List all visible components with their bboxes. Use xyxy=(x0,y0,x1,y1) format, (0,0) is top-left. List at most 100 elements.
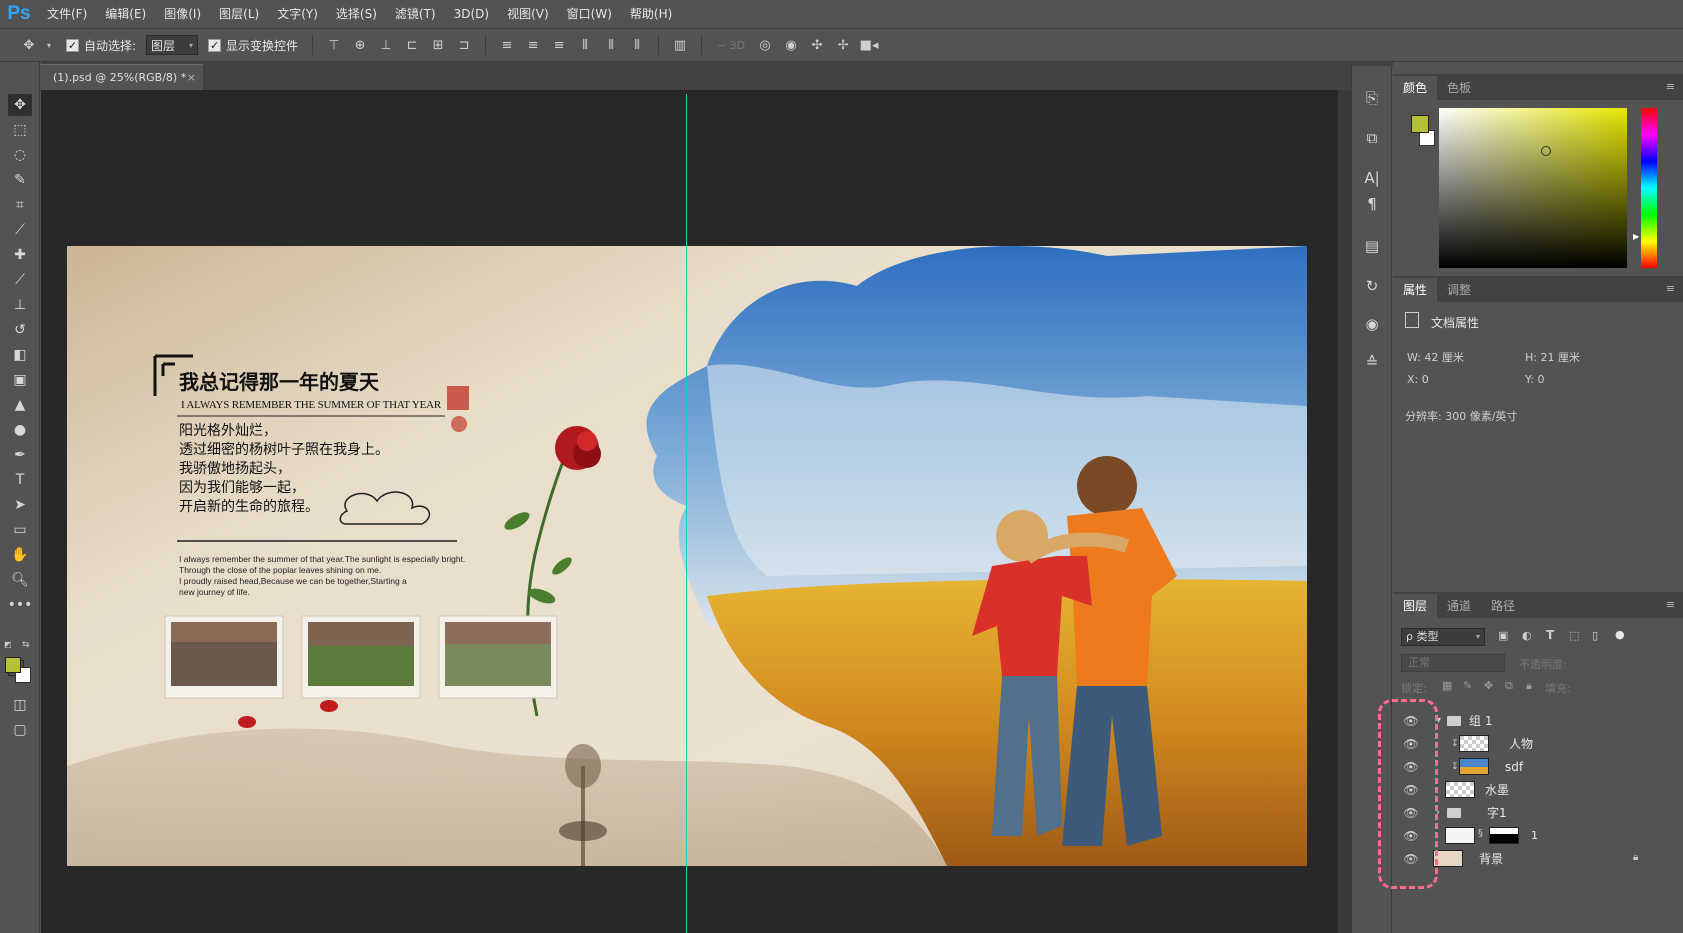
auto-align-icon[interactable]: ▥ xyxy=(669,34,691,56)
tab-layers[interactable]: 图层 xyxy=(1393,594,1438,618)
auto-select-target-select[interactable]: 图层 ▾ xyxy=(146,35,199,55)
path-selection-tool-icon[interactable]: ➤ xyxy=(8,494,32,516)
slide-3d-icon[interactable]: ✢ xyxy=(832,34,854,56)
menu-file[interactable]: 文件(F) xyxy=(38,0,96,28)
3d-mode-icon[interactable]: ∽ 3D xyxy=(712,34,750,56)
lock-transparent-icon[interactable]: ▦ xyxy=(1442,679,1452,692)
lock-position-icon[interactable]: ✥ xyxy=(1484,679,1493,692)
foreground-color-swatch[interactable] xyxy=(1411,115,1429,133)
pen-tool-icon[interactable]: ✒ xyxy=(8,444,32,466)
vertical-scrollbar[interactable] xyxy=(1338,90,1351,933)
filter-smart-object-icon[interactable]: ▯ xyxy=(1592,629,1598,642)
color-field[interactable] xyxy=(1439,108,1627,268)
distribute-left-icon[interactable]: ⦀ xyxy=(574,34,596,56)
filter-type-icon[interactable]: T xyxy=(1546,628,1554,642)
pan-3d-icon[interactable]: ✣ xyxy=(806,34,828,56)
clone-source-icon[interactable]: ⧉ xyxy=(1360,126,1384,150)
orbit-3d-icon[interactable]: ◎ xyxy=(754,34,776,56)
scale-3d-icon[interactable]: ■◂ xyxy=(858,34,880,56)
menu-edit[interactable]: 编辑(E) xyxy=(96,0,155,28)
menu-image[interactable]: 图像(I) xyxy=(155,0,210,28)
filter-pixel-icon[interactable]: ▣ xyxy=(1498,629,1508,642)
panel-menu-icon[interactable]: ≡ xyxy=(1666,282,1675,295)
align-vcenter-icon[interactable]: ⊕ xyxy=(349,34,371,56)
menu-3d[interactable]: 3D(D) xyxy=(445,0,498,28)
blur-tool-icon[interactable]: ▲ xyxy=(8,394,32,416)
default-colors-icon[interactable]: ◩ xyxy=(4,640,12,649)
tool-presets-icon[interactable]: ≙ xyxy=(1360,350,1384,374)
tab-adjustments[interactable]: 调整 xyxy=(1437,278,1481,302)
auto-select-checkbox[interactable]: ✓ 自动选择: xyxy=(66,37,136,54)
lasso-tool-icon[interactable]: ◌ xyxy=(8,144,32,166)
filter-shape-icon[interactable]: ⬚ xyxy=(1569,629,1579,642)
roll-3d-icon[interactable]: ◉ xyxy=(780,34,802,56)
align-left-icon[interactable]: ⊏ xyxy=(401,34,423,56)
hue-slider[interactable] xyxy=(1641,108,1657,268)
quick-mask-icon[interactable]: ◫ xyxy=(8,694,32,716)
move-tool-icon[interactable]: ✥ xyxy=(18,34,40,56)
swap-colors-icon[interactable]: ⇆ xyxy=(22,640,30,650)
menu-help[interactable]: 帮助(H) xyxy=(621,0,681,28)
show-transform-checkbox[interactable]: ✓ 显示变换控件 xyxy=(208,37,298,54)
quick-select-tool-icon[interactable]: ✎ xyxy=(8,169,32,191)
hand-tool-icon[interactable]: ✋ xyxy=(8,544,32,566)
move-tool-icon[interactable]: ✥ xyxy=(8,94,32,116)
align-right-icon[interactable]: ⊐ xyxy=(453,34,475,56)
tab-paths[interactable]: 路径 xyxy=(1481,594,1525,618)
history-brush-tool-icon[interactable]: ↺ xyxy=(8,319,32,341)
character-icon[interactable]: A| xyxy=(1360,166,1384,190)
color-picker-cursor[interactable] xyxy=(1541,146,1551,156)
paragraph-icon[interactable]: ¶ xyxy=(1360,192,1384,216)
gradient-tool-icon[interactable]: ▣ xyxy=(8,369,32,391)
panel-menu-icon[interactable]: ≡ xyxy=(1666,598,1675,611)
layer-filter-select[interactable]: ρ 类型 ▾ xyxy=(1401,628,1485,646)
link-icon[interactable]: § xyxy=(1478,828,1483,839)
menu-select[interactable]: 选择(S) xyxy=(327,0,386,28)
tab-color[interactable]: 颜色 xyxy=(1393,76,1438,100)
document-tab[interactable]: (1).psd @ 25%(RGB/8) * × xyxy=(41,64,203,90)
clone-stamp-tool-icon[interactable]: ⊥ xyxy=(8,294,32,316)
align-top-icon[interactable]: ⊤ xyxy=(323,34,345,56)
menu-type[interactable]: 文字(Y) xyxy=(268,0,327,28)
menu-filter[interactable]: 滤镜(T) xyxy=(386,0,445,28)
screen-mode-icon[interactable]: ▢ xyxy=(8,719,32,741)
more-tools-icon[interactable]: ••• xyxy=(8,594,33,616)
lock-artboard-icon[interactable]: ⧉ xyxy=(1505,679,1513,693)
healing-brush-tool-icon[interactable]: ✚ xyxy=(8,244,32,266)
filter-toggle-icon[interactable]: ● xyxy=(1615,628,1625,641)
menu-window[interactable]: 窗口(W) xyxy=(558,0,621,28)
align-bottom-icon[interactable]: ⊥ xyxy=(375,34,397,56)
align-hcenter-icon[interactable]: ⊞ xyxy=(427,34,449,56)
actions-icon[interactable]: ↻ xyxy=(1360,274,1384,298)
document-canvas[interactable]: 我总记得那一年的夏天 I ALWAYS REMEMBER THE SUMMER … xyxy=(67,246,1307,866)
brush-tool-icon[interactable]: ⟋ xyxy=(8,269,32,291)
zoom-tool-icon[interactable]: 🔍︎ xyxy=(8,569,32,591)
vertical-guide[interactable] xyxy=(686,94,687,933)
tab-channels[interactable]: 通道 xyxy=(1437,594,1481,618)
menu-view[interactable]: 视图(V) xyxy=(498,0,558,28)
type-tool-icon[interactable]: T xyxy=(8,469,32,491)
history-icon[interactable]: ⎘ xyxy=(1360,86,1384,110)
distribute-hcenter-icon[interactable]: ⦀ xyxy=(600,34,622,56)
lock-all-icon[interactable]: 🔒︎ xyxy=(1526,679,1532,693)
tab-swatches[interactable]: 色板 xyxy=(1437,76,1481,100)
distribute-bottom-icon[interactable]: ≡ xyxy=(548,34,570,56)
distribute-vcenter-icon[interactable]: ≡ xyxy=(522,34,544,56)
foreground-color-swatch[interactable] xyxy=(5,657,21,673)
menu-layer[interactable]: 图层(L) xyxy=(210,0,268,28)
layer-mask-thumbnail[interactable] xyxy=(1489,827,1519,844)
crop-tool-icon[interactable]: ⌗ xyxy=(8,194,32,216)
blend-mode-select[interactable]: 正常 xyxy=(1401,654,1505,672)
hue-slider-handle-icon[interactable]: ▶ xyxy=(1633,232,1639,241)
lock-pixels-icon[interactable]: ✎ xyxy=(1463,679,1472,692)
panel-menu-icon[interactable]: ≡ xyxy=(1666,80,1675,93)
tool-preset-dropdown-icon[interactable]: ▾ xyxy=(44,34,54,56)
filter-adjustment-icon[interactable]: ◐ xyxy=(1522,629,1532,642)
close-tab-icon[interactable]: × xyxy=(187,65,196,90)
brush-presets-icon[interactable]: ◉ xyxy=(1360,312,1384,336)
eyedropper-tool-icon[interactable]: ⟋ xyxy=(8,219,32,241)
marquee-tool-icon[interactable]: ⬚ xyxy=(8,119,32,141)
libraries-icon[interactable]: ▤ xyxy=(1360,234,1384,258)
rectangle-tool-icon[interactable]: ▭ xyxy=(8,519,32,541)
distribute-right-icon[interactable]: ⦀ xyxy=(626,34,648,56)
